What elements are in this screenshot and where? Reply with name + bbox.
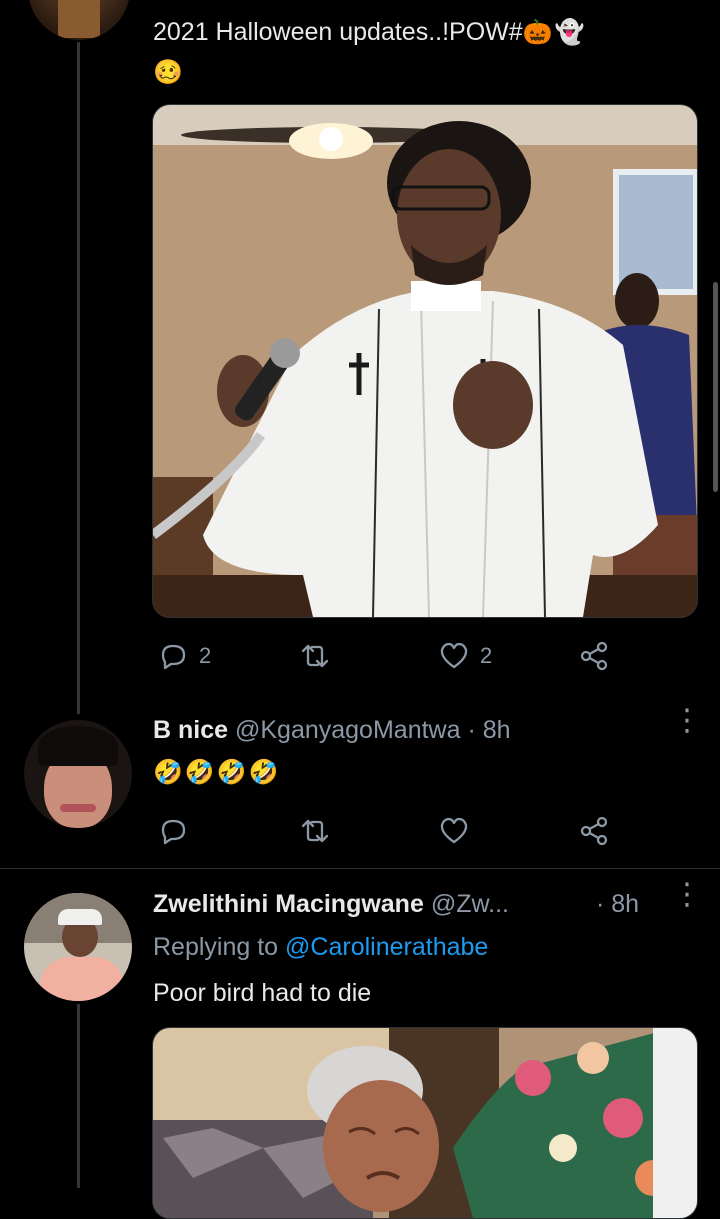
- reply-icon: [161, 819, 186, 845]
- separator: ·: [596, 890, 605, 918]
- preacher-illustration: [153, 105, 697, 617]
- avatar-zwelithini[interactable]: [24, 893, 132, 1001]
- like-button[interactable]: 2: [438, 640, 492, 672]
- author-handle[interactable]: @KganyagoMantwa: [235, 716, 461, 744]
- timestamp[interactable]: 8h: [483, 716, 511, 744]
- replying-handle-link[interactable]: @Carolinerathabe: [285, 933, 488, 961]
- reply-button[interactable]: [157, 815, 189, 847]
- author-name[interactable]: B nice: [153, 716, 228, 744]
- reply2-text: Poor bird had to die: [153, 979, 372, 1007]
- crying-woman-illustration: [153, 1028, 697, 1218]
- author-name[interactable]: Zwelithini Macingwane: [153, 890, 424, 918]
- woozy-emoji: 🥴: [153, 58, 185, 86]
- retweet-button[interactable]: [299, 815, 331, 847]
- share-icon: [580, 816, 608, 846]
- tweet-text: 2021 Halloween updates..!POW#🎃👻: [153, 18, 587, 46]
- divider: [0, 868, 720, 869]
- retweet-icon: [301, 644, 329, 668]
- retweet-button[interactable]: [299, 640, 331, 672]
- avatar-bnice[interactable]: [24, 720, 132, 828]
- reply1-header: B nice @KganyagoMantwa · 8h: [153, 716, 511, 745]
- scrollbar[interactable]: [713, 282, 718, 492]
- more-icon[interactable]: ⋮: [672, 706, 702, 736]
- separator: ·: [467, 716, 476, 744]
- tweet-image-preacher[interactable]: [152, 104, 698, 618]
- like-count: 2: [480, 643, 493, 668]
- share-icon: [580, 641, 608, 671]
- author-handle[interactable]: @Zw...: [431, 890, 509, 918]
- share-button[interactable]: [578, 815, 610, 847]
- more-icon[interactable]: ⋮: [672, 880, 702, 910]
- timestamp[interactable]: 8h: [611, 890, 639, 918]
- heart-icon: [440, 642, 468, 669]
- reply-icon: [161, 644, 186, 670]
- replying-to: Replying to @Carolinerathabe: [153, 933, 488, 962]
- pumpkin-ghost-emoji: 🎃👻: [522, 18, 587, 46]
- reply1-text: 🤣🤣🤣🤣: [153, 758, 281, 786]
- heart-icon: [440, 817, 468, 844]
- thread-line: [77, 42, 80, 714]
- avatar-top[interactable]: [28, 0, 130, 40]
- reply-button[interactable]: 2: [157, 640, 211, 672]
- thread-line: [77, 1004, 80, 1188]
- tweet-image-crying-woman[interactable]: [152, 1027, 698, 1219]
- reply2-header: Zwelithini Macingwane @Zw...: [153, 890, 509, 919]
- share-button[interactable]: [578, 640, 610, 672]
- reply-count: 2: [199, 643, 212, 668]
- reply2-time[interactable]: · 8h: [596, 890, 639, 919]
- like-button[interactable]: [438, 815, 470, 847]
- replying-prefix: Replying to: [153, 933, 279, 961]
- retweet-icon: [301, 819, 329, 843]
